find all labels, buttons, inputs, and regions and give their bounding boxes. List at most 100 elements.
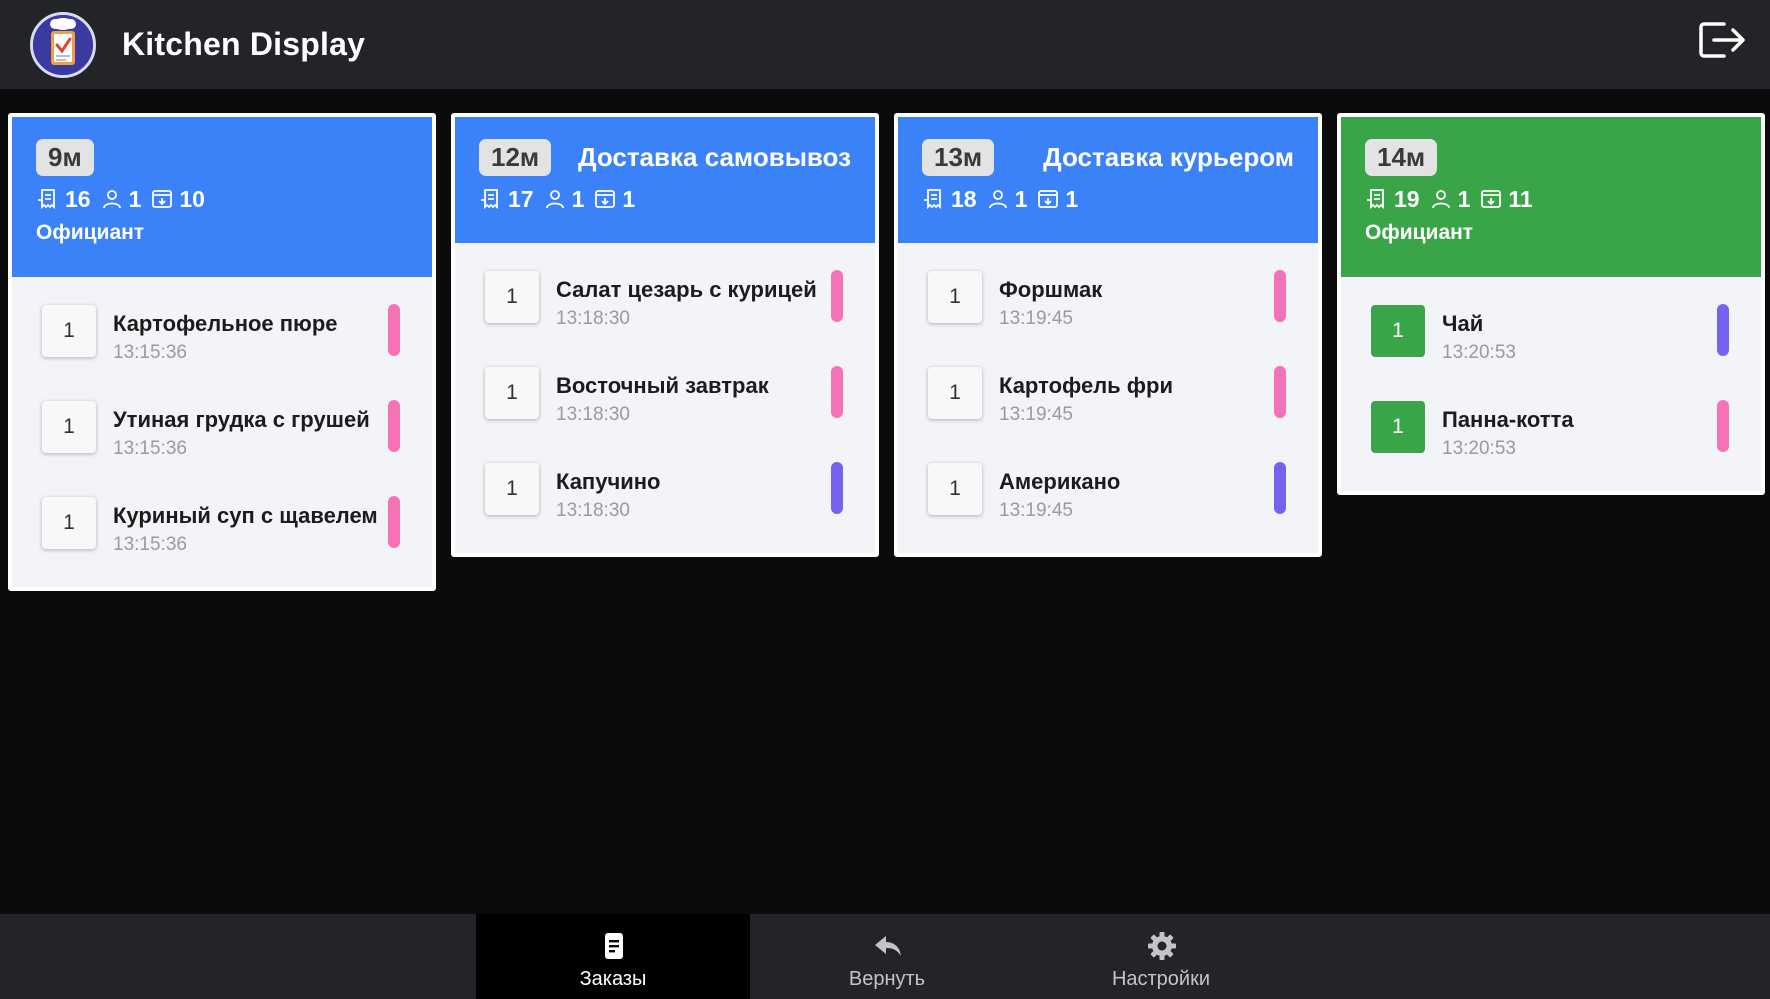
item-quantity[interactable]: 1 <box>485 463 539 515</box>
category-tag <box>1274 270 1286 322</box>
list-item[interactable]: 1 Куриный суп с щавелем 13:15:36 <box>12 483 432 579</box>
table-number: 10 <box>179 185 205 212</box>
list-item[interactable]: 1 Капучино 13:18:30 <box>455 449 875 545</box>
table-icon <box>1481 190 1502 208</box>
item-time: 13:20:53 <box>1442 438 1516 459</box>
order-timer: 9м <box>36 139 94 176</box>
order-items: 1 Чай 13:20:53 1 Панна-котта 13:20:53 <box>1341 277 1761 491</box>
order-timer: 13м <box>922 139 995 176</box>
item-quantity[interactable]: 1 <box>928 367 982 419</box>
item-quantity[interactable]: 1 <box>1371 401 1425 453</box>
category-tag <box>831 462 843 514</box>
item-name: Картофельное пюре <box>113 311 338 336</box>
order-timer: 14м <box>1365 139 1438 176</box>
order-card-header[interactable]: 13м Доставка курьером 18 1 1 <box>898 117 1318 243</box>
item-time: 13:15:36 <box>113 342 187 363</box>
guest-icon <box>102 190 121 209</box>
list-item[interactable]: 1 Утиная грудка с грушей 13:15:36 <box>12 387 432 483</box>
list-item[interactable]: 1 Панна-котта 13:20:53 <box>1341 387 1761 483</box>
table-number: 1 <box>622 185 636 212</box>
settings-icon <box>1148 932 1176 960</box>
list-item[interactable]: 1 Картофельное пюре 13:15:36 <box>12 291 432 387</box>
receipt-icon <box>38 189 55 210</box>
bottom-navigation: Заказы Вернуть Настройки <box>0 914 1770 999</box>
order-items: 1 Форшмак 13:19:45 1 Картофель фри 13:19… <box>898 243 1318 553</box>
logout-icon <box>1699 22 1745 58</box>
category-tag <box>1717 304 1729 356</box>
order-card-header[interactable]: 14м 19 1 11 Официант <box>1341 117 1761 277</box>
item-time: 13:15:36 <box>113 438 187 459</box>
order-items: 1 Салат цезарь с курицей 13:18:30 1 Вост… <box>455 243 875 553</box>
category-tag <box>388 400 400 452</box>
item-name: Куриный суп с щавелем <box>113 503 378 528</box>
item-time: 13:18:30 <box>556 500 630 521</box>
check-number: 18 <box>951 185 977 212</box>
guest-icon <box>1431 190 1450 209</box>
item-quantity[interactable]: 1 <box>928 271 982 323</box>
receipt-icon <box>924 189 941 210</box>
waiter-name: Официант <box>1365 221 1474 244</box>
app-title: Kitchen Display <box>122 26 366 62</box>
item-quantity[interactable]: 1 <box>42 497 96 549</box>
item-quantity[interactable]: 1 <box>485 367 539 419</box>
item-quantity[interactable]: 1 <box>42 401 96 453</box>
item-time: 13:15:36 <box>113 534 187 555</box>
item-name: Американо <box>999 469 1121 494</box>
item-time: 13:18:30 <box>556 308 630 329</box>
item-quantity[interactable]: 1 <box>42 305 96 357</box>
logout-button[interactable] <box>1696 16 1748 64</box>
category-tag <box>388 304 400 356</box>
list-item[interactable]: 1 Чай 13:20:53 <box>1341 291 1761 387</box>
item-quantity[interactable]: 1 <box>1371 305 1425 357</box>
category-tag <box>1274 462 1286 514</box>
guest-icon <box>545 190 564 209</box>
guest-count: 1 <box>128 185 142 212</box>
item-name: Форшмак <box>999 277 1103 302</box>
nav-orders[interactable]: Заказы <box>476 914 750 999</box>
item-name: Салат цезарь с курицей <box>556 277 817 302</box>
item-name: Утиная грудка с грушей <box>113 407 370 432</box>
order-card[interactable]: 9м 16 1 10 Официант 1 Картофельное пюре … <box>8 113 436 591</box>
check-number: 19 <box>1394 185 1420 212</box>
table-number: 1 <box>1065 185 1079 212</box>
receipt-icon <box>481 189 498 210</box>
orders-board: 9м 16 1 10 Официант 1 Картофельное пюре … <box>0 89 1770 914</box>
order-timer: 12м <box>479 139 552 176</box>
order-items: 1 Картофельное пюре 13:15:36 1 Утиная гр… <box>12 277 432 587</box>
order-type: Доставка курьером <box>1043 142 1294 172</box>
table-number: 11 <box>1508 185 1533 212</box>
item-quantity[interactable]: 1 <box>485 271 539 323</box>
category-tag <box>1717 400 1729 452</box>
list-item[interactable]: 1 Салат цезарь с курицей 13:18:30 <box>455 257 875 353</box>
top-bar: Kitchen Display <box>0 0 1770 89</box>
category-tag <box>831 270 843 322</box>
table-icon <box>595 190 616 208</box>
nav-settings[interactable]: Настройки <box>1024 914 1298 999</box>
nav-label: Настройки <box>1111 968 1211 990</box>
item-time: 13:19:45 <box>999 308 1073 329</box>
check-number: 16 <box>65 185 91 212</box>
guest-icon <box>988 190 1007 209</box>
order-card[interactable]: 13м Доставка курьером 18 1 1 1 Форшмак 1… <box>894 113 1322 557</box>
order-type: Доставка самовывоз <box>577 142 851 172</box>
item-time: 13:19:45 <box>999 404 1073 425</box>
item-name: Чай <box>1442 311 1484 336</box>
order-card-header[interactable]: 12м Доставка самовывоз 17 1 1 <box>455 117 875 243</box>
item-quantity[interactable]: 1 <box>928 463 982 515</box>
list-item[interactable]: 1 Картофель фри 13:19:45 <box>898 353 1318 449</box>
chef-clipboard-icon <box>30 12 96 78</box>
item-name: Панна-котта <box>1442 407 1574 432</box>
nav-return[interactable]: Вернуть <box>750 914 1024 999</box>
return-icon <box>875 936 901 956</box>
order-card[interactable]: 14м 19 1 11 Официант 1 Чай 13:20:53 1 Па… <box>1337 113 1765 495</box>
table-icon <box>1038 190 1059 208</box>
item-name: Капучино <box>556 469 661 494</box>
item-time: 13:20:53 <box>1442 342 1516 363</box>
list-item[interactable]: 1 Американо 13:19:45 <box>898 449 1318 545</box>
item-time: 13:18:30 <box>556 404 630 425</box>
order-card[interactable]: 12м Доставка самовывоз 17 1 1 1 Салат це… <box>451 113 879 557</box>
nav-label: Заказы <box>579 968 647 990</box>
list-item[interactable]: 1 Форшмак 13:19:45 <box>898 257 1318 353</box>
list-item[interactable]: 1 Восточный завтрак 13:18:30 <box>455 353 875 449</box>
order-card-header[interactable]: 9м 16 1 10 Официант <box>12 117 432 277</box>
